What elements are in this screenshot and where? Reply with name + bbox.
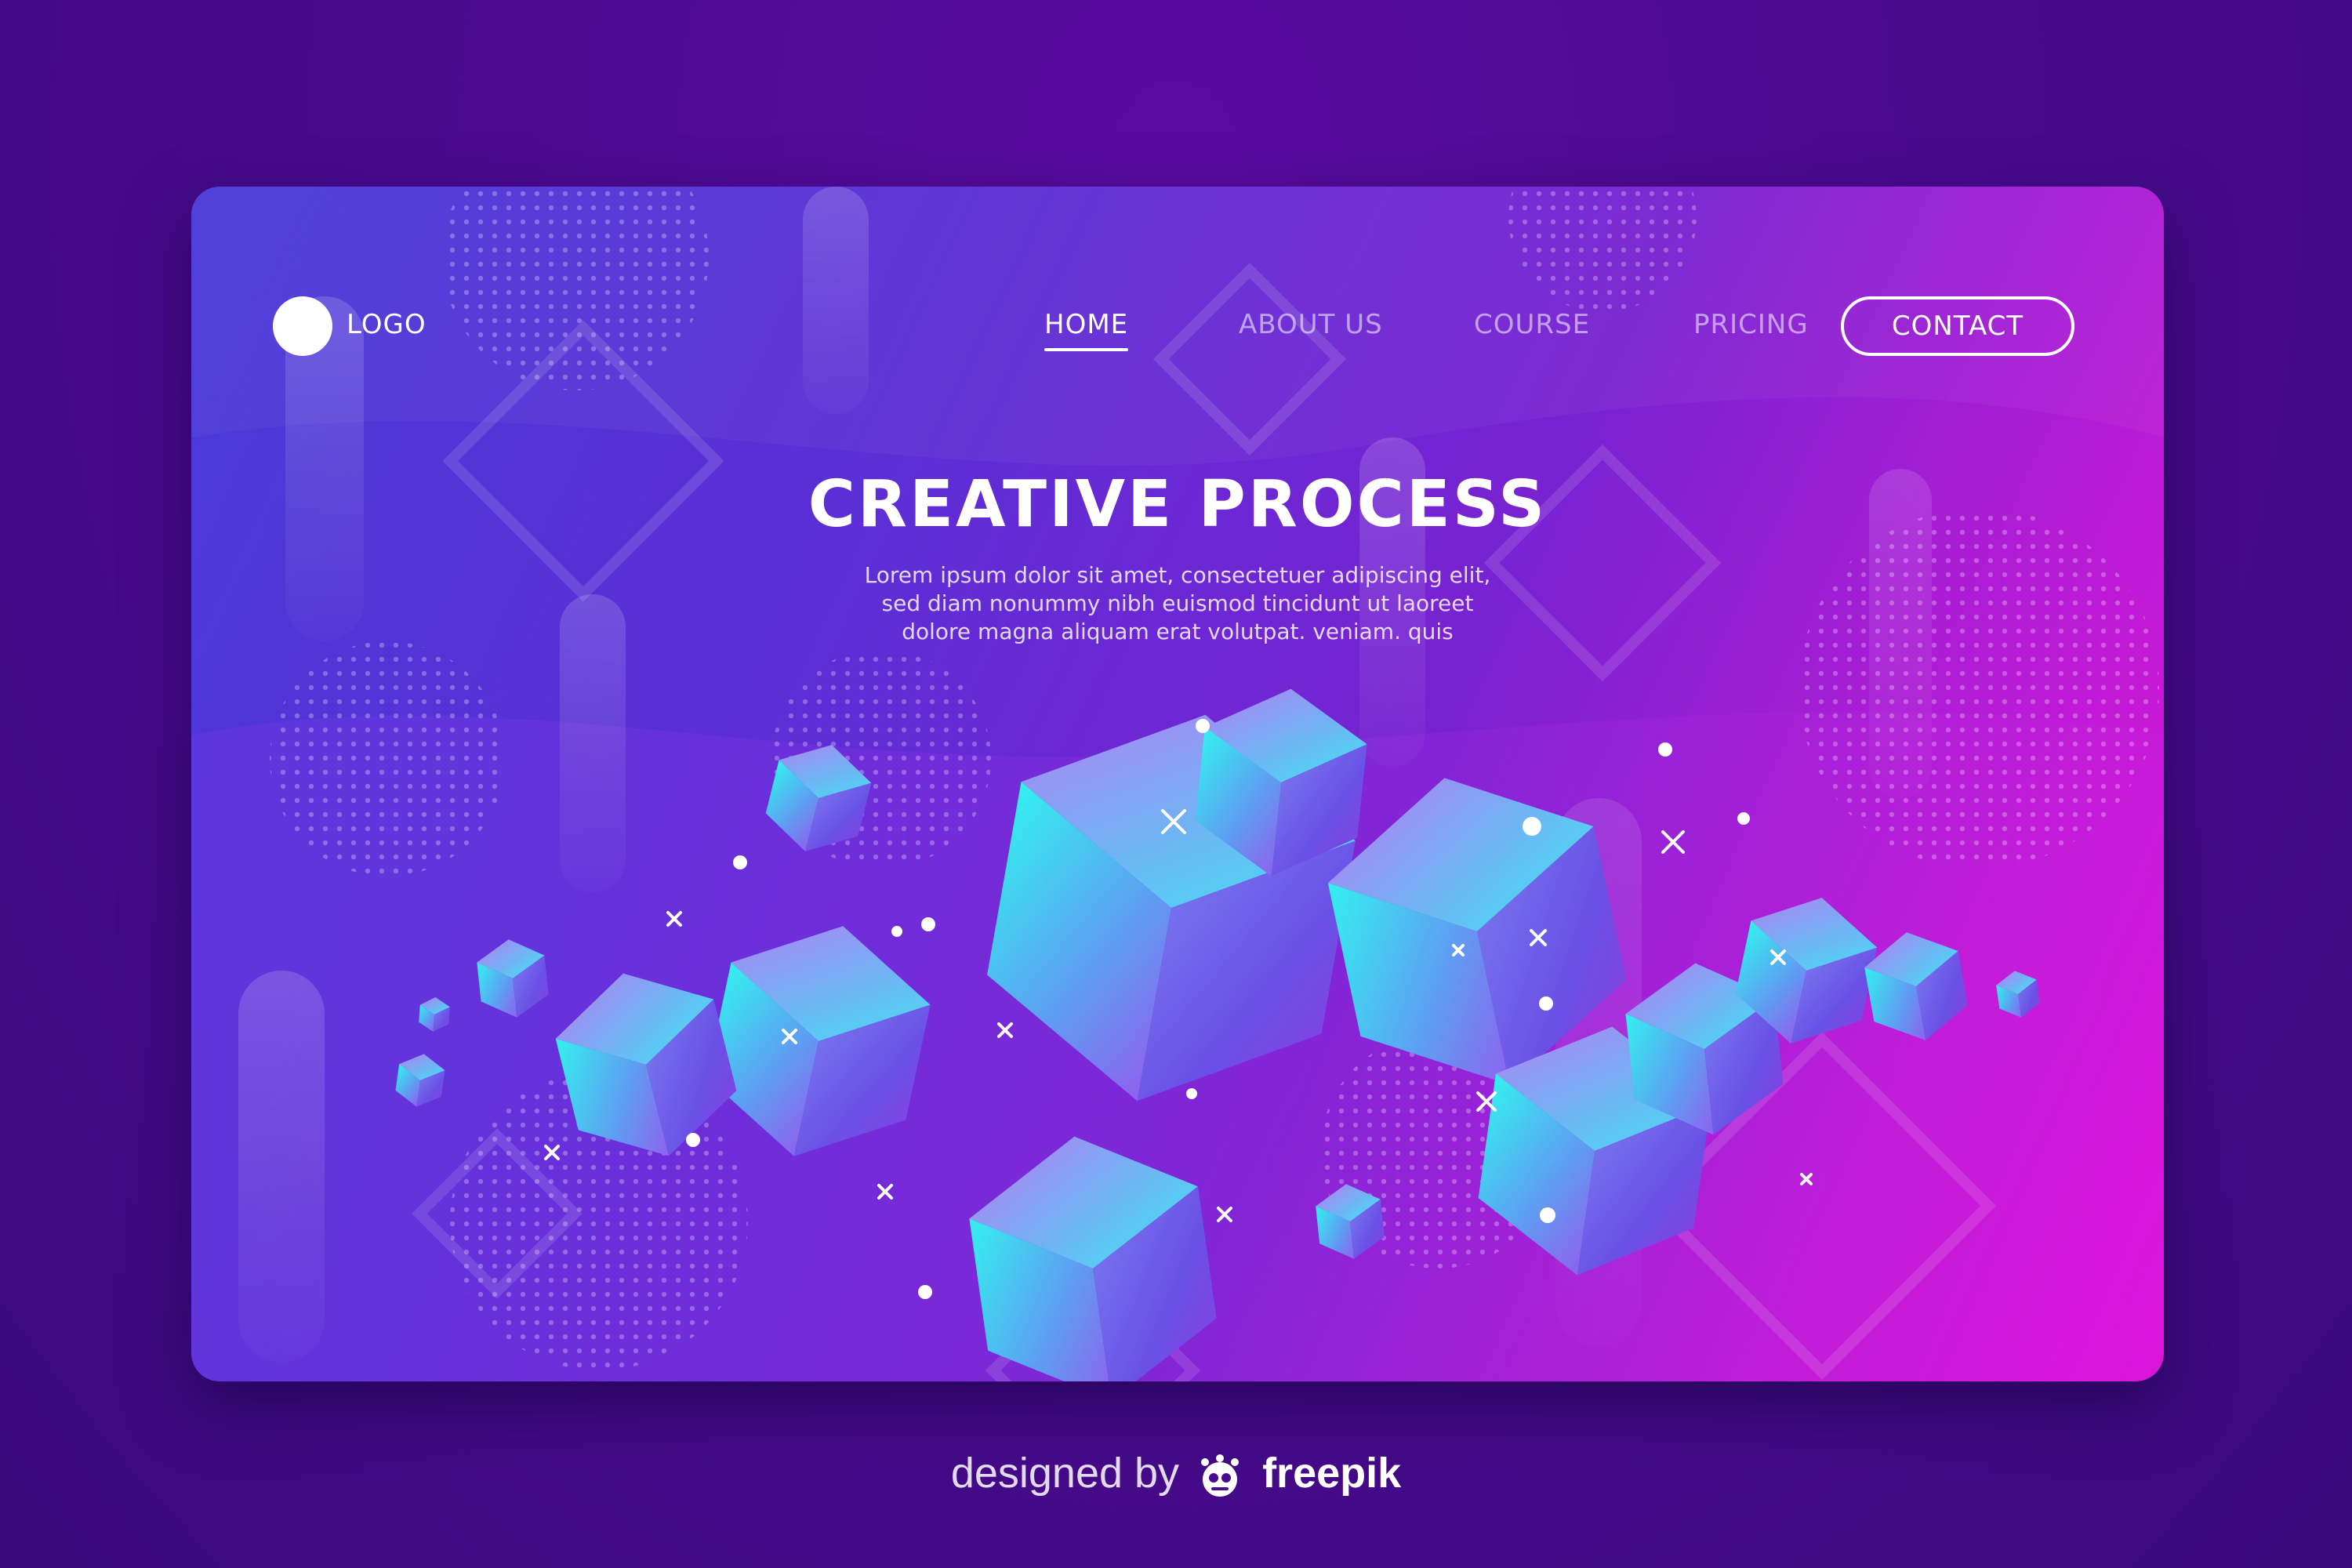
cube-shape	[706, 926, 931, 1156]
cube-shape	[1316, 1184, 1385, 1259]
sparkle-dot	[1539, 996, 1553, 1011]
sparkle-x-icon	[666, 911, 682, 927]
designer-credit: designed by freepik	[0, 1449, 2352, 1498]
cube-shape	[1864, 932, 1968, 1040]
cube-shape	[969, 1136, 1217, 1381]
freepik-brand[interactable]: freepik	[1262, 1450, 1401, 1497]
sparkle-x-icon	[1661, 830, 1685, 854]
sparkle-dot	[1186, 1088, 1197, 1099]
cube-shape	[765, 745, 872, 851]
credit-prefix: designed by	[950, 1450, 1180, 1497]
cube-shape	[555, 973, 737, 1156]
isometric-cubes-illustration	[395, 688, 2040, 1381]
cube-shape	[395, 1054, 445, 1107]
landing-card: LOGO HOME ABOUT US COURSE PRICING CONTAC…	[191, 187, 2164, 1381]
sparkle-dot	[918, 1285, 932, 1299]
cube-shape	[477, 939, 549, 1018]
sparkle-x-icon	[997, 1022, 1013, 1038]
cube-shape	[419, 997, 450, 1032]
sparkle-dot	[1196, 719, 1210, 733]
sparkle-x-icon	[877, 1184, 893, 1200]
sparkle-dot	[1540, 1207, 1555, 1223]
sparkle-dot	[921, 917, 935, 931]
sparkle-dot	[1658, 742, 1672, 757]
sparkle-x-icon	[1217, 1207, 1232, 1222]
sparkle-dot	[891, 926, 902, 937]
sparkle-dot	[1523, 817, 1541, 836]
sparkle-dot	[733, 855, 747, 869]
sparkle-dot	[1737, 812, 1750, 825]
sparkle-x-icon	[544, 1145, 560, 1160]
sparkle-dot	[686, 1133, 700, 1147]
sparkle-x-icon	[1800, 1173, 1813, 1185]
freepik-mascot-icon	[1201, 1454, 1240, 1497]
cube-shape	[1996, 971, 2040, 1018]
